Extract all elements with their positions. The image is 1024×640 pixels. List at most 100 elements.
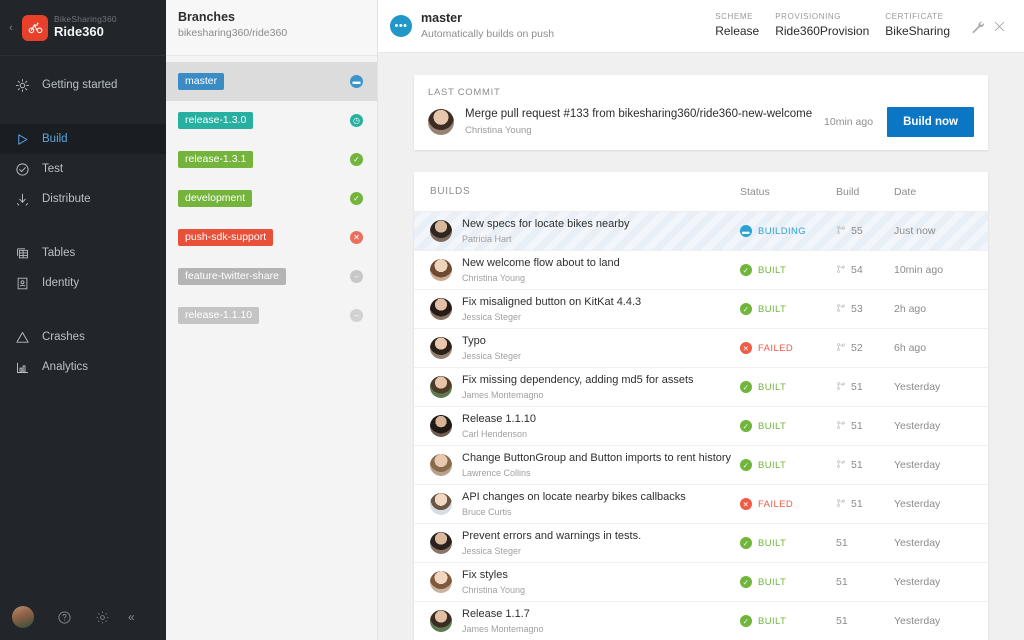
status-built-icon: ✓ xyxy=(740,264,752,276)
status-failed-icon: ✕ xyxy=(740,342,752,354)
table-row[interactable]: TypoJessica Steger✕FAILED526h ago xyxy=(414,329,988,368)
build-message: Release 1.1.7 xyxy=(462,608,544,622)
status-label: BUILT xyxy=(758,577,786,588)
sidebar-item-identity[interactable]: Identity xyxy=(0,268,166,298)
status-failed-icon: ✕ xyxy=(740,498,752,510)
sidebar-item-tables[interactable]: Tables xyxy=(0,238,166,268)
branches-header: Branches bikesharing360/ride360 xyxy=(166,0,377,56)
branch-row[interactable]: release-1.3.0 ◷ xyxy=(166,101,377,140)
close-icon[interactable] xyxy=(988,15,1010,37)
last-commit-message: Merge pull request #133 from bikesharing… xyxy=(465,107,824,122)
build-name-cell: Prevent errors and warnings in tests. Jes… xyxy=(430,530,740,557)
warning-triangle-icon xyxy=(14,329,30,345)
table-row[interactable]: New specs for locate bikes nearbyPatrici… xyxy=(414,212,988,251)
table-row[interactable]: API changes on locate nearby bikes callb… xyxy=(414,485,988,524)
avatar xyxy=(430,415,452,437)
branch-fork-icon xyxy=(836,225,846,238)
brand-header[interactable]: ‹ BikeSharing360 Ride360 xyxy=(0,0,166,56)
gear-icon[interactable] xyxy=(94,609,110,625)
chevron-left-icon[interactable]: ‹ xyxy=(6,22,16,34)
meta-key: SCHEME xyxy=(715,12,759,22)
build-number-cell: 51 xyxy=(836,459,894,472)
build-now-button[interactable]: Build now xyxy=(887,107,974,137)
table-row[interactable]: Fix misaligned button on KitKat 4.4.3Jes… xyxy=(414,290,988,329)
build-message: New specs for locate bikes nearby xyxy=(462,218,630,232)
branch-tag: release-1.3.1 xyxy=(178,151,253,169)
avatar xyxy=(430,532,452,554)
build-author: Jessica Steger xyxy=(462,546,641,557)
build-number-cell: 55 xyxy=(836,225,894,238)
build-number-cell: 51 xyxy=(836,615,894,627)
build-message: Prevent errors and warnings in tests. xyxy=(462,530,641,544)
sidebar-item-getting-started[interactable]: Getting started xyxy=(0,70,166,100)
build-date: Just now xyxy=(894,225,972,237)
branch-row[interactable]: release-1.1.10– xyxy=(166,296,377,335)
build-number-cell: 51 xyxy=(836,576,894,588)
avatar xyxy=(430,337,452,359)
nav-divider xyxy=(0,304,166,316)
meta-scheme: SCHEMERelease xyxy=(715,12,759,40)
nav-group-insights: Crashes Analytics xyxy=(0,316,166,388)
avatar xyxy=(428,109,454,135)
last-commit-card: LAST COMMIT Merge pull request #133 from… xyxy=(414,75,988,150)
branch-status-failed-icon: ✕ xyxy=(350,231,363,244)
status-built-icon: ✓ xyxy=(740,459,752,471)
branch-row[interactable]: push-sdk-support✕ xyxy=(166,218,377,257)
table-row[interactable]: Fix stylesChristina Young✓BUILT51Yesterd… xyxy=(414,563,988,602)
table-row[interactable]: New welcome flow about to landChristina … xyxy=(414,251,988,290)
build-message: API changes on locate nearby bikes callb… xyxy=(462,491,686,505)
branch-fork-icon xyxy=(836,303,846,316)
collapse-icon[interactable]: « xyxy=(128,610,135,624)
branch-row[interactable]: development✓ xyxy=(166,179,377,218)
sidebar-item-analytics[interactable]: Analytics xyxy=(0,352,166,382)
last-commit-author: Christina Young xyxy=(465,125,824,137)
branch-tag: release-1.3.0 xyxy=(178,112,253,130)
column-header-build: Build xyxy=(836,186,894,198)
build-number: 51 xyxy=(851,420,863,432)
status-badge: ▬BUILDING xyxy=(740,225,836,237)
build-date: Yesterday xyxy=(894,459,972,471)
build-date: 6h ago xyxy=(894,342,972,354)
table-row[interactable]: Release 1.1.7James Montemagno✓BUILT51Yes… xyxy=(414,602,988,640)
table-row[interactable]: Change ButtonGroup and Button imports to… xyxy=(414,446,988,485)
avatar xyxy=(430,298,452,320)
build-name-cell: New specs for locate bikes nearbyPatrici… xyxy=(430,218,740,245)
status-built-icon: ✓ xyxy=(740,381,752,393)
avatar xyxy=(430,376,452,398)
dots-avatar-icon: ••• xyxy=(390,15,412,37)
table-row[interactable]: Fix missing dependency, adding md5 for a… xyxy=(414,368,988,407)
nav-group-pipeline: Build Test Distrib xyxy=(0,118,166,220)
build-message: Fix styles xyxy=(462,569,525,583)
build-number: 51 xyxy=(836,615,848,627)
branches-panel: Branches bikesharing360/ride360 master▬r… xyxy=(166,0,378,640)
avatar xyxy=(430,571,452,593)
status-label: FAILED xyxy=(758,343,793,354)
sidebar-item-label: Crashes xyxy=(42,331,85,343)
build-name-cell: Release 1.1.10Carl Hendenson xyxy=(430,413,740,440)
branch-fork-icon xyxy=(836,498,846,511)
sidebar-item-crashes[interactable]: Crashes xyxy=(0,322,166,352)
status-label: BUILT xyxy=(758,304,786,315)
branch-row[interactable]: release-1.3.1✓ xyxy=(166,140,377,179)
identity-icon xyxy=(14,275,30,291)
branch-status-queued-icon: ◷ xyxy=(350,114,363,127)
build-name-cell: Fix missing dependency, adding md5 for a… xyxy=(430,374,740,401)
branch-row[interactable]: feature-twitter-share– xyxy=(166,257,377,296)
nav-group-data: Tables Identity xyxy=(0,232,166,304)
branch-row[interactable]: master▬ xyxy=(166,62,377,101)
wrench-icon[interactable] xyxy=(966,15,988,37)
sidebar-item-build[interactable]: Build xyxy=(0,124,166,154)
sun-icon xyxy=(14,77,30,93)
table-row[interactable]: Prevent errors and warnings in tests. Jes… xyxy=(414,524,988,563)
avatar xyxy=(430,259,452,281)
status-building-icon: ▬ xyxy=(740,225,752,237)
table-row[interactable]: Release 1.1.10Carl Hendenson✓BUILT51Yest… xyxy=(414,407,988,446)
avatar[interactable] xyxy=(12,606,34,628)
sidebar-item-distribute[interactable]: Distribute xyxy=(0,184,166,214)
builds-table-header: BUILDS Status Build Date xyxy=(414,172,988,212)
question-circle-icon[interactable] xyxy=(56,609,72,625)
builds-row-container: New specs for locate bikes nearbyPatrici… xyxy=(414,212,988,640)
page-subtitle: Automatically builds on push xyxy=(421,28,554,41)
build-message: Release 1.1.10 xyxy=(462,413,536,427)
sidebar-item-test[interactable]: Test xyxy=(0,154,166,184)
